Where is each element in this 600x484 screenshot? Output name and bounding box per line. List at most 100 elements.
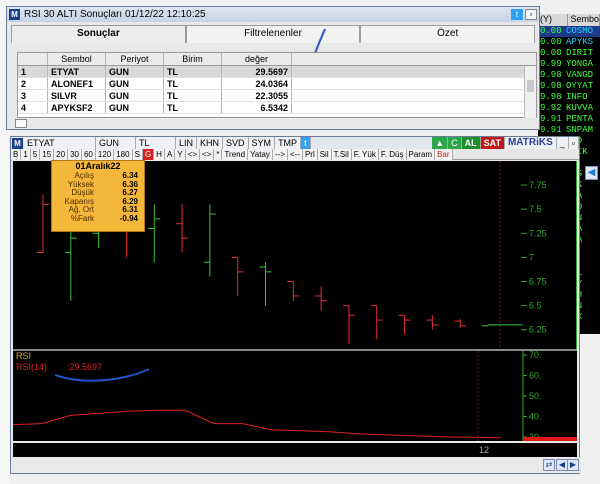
row-value: 6.5342 <box>222 102 292 113</box>
refresh-icon[interactable]: C <box>448 137 462 149</box>
row-value: 29.5697 <box>222 66 292 77</box>
period-button[interactable]: * <box>214 148 223 160</box>
list-item[interactable]: 0.00 COSMO <box>538 26 600 37</box>
matriks-logo-icon: M <box>9 9 20 20</box>
time-axis[interactable]: 12 <box>13 443 577 457</box>
period-button[interactable]: Yatay <box>248 148 273 160</box>
rsi-pane[interactable]: 70.60.50.40.30.RSIRSI(14):29.5697 <box>13 351 577 441</box>
period-button[interactable]: 15 <box>40 148 55 160</box>
list-item[interactable]: 9.98 VANGD <box>538 70 600 81</box>
list-item[interactable]: 9.98 INFO <box>538 92 600 103</box>
list-item[interactable]: 0.00 APYKS <box>538 37 600 48</box>
period-button[interactable]: G <box>142 148 155 160</box>
khn-button[interactable]: KHN <box>197 137 224 149</box>
sell-button[interactable]: SAT <box>480 137 505 149</box>
period-button[interactable]: 120 <box>95 148 115 160</box>
list-item-change: 9.91 <box>540 114 562 124</box>
unit-field[interactable]: TL <box>136 137 176 149</box>
tab-sonuclar[interactable]: Sonuçlar <box>11 25 186 43</box>
list-item[interactable]: 9.98 OYYAT <box>538 81 600 92</box>
table-row[interactable]: 4 APYKSF2 GUN TL 6.5342 <box>18 102 536 114</box>
list-item[interactable]: 9.91 PENTA <box>538 114 600 125</box>
list-item[interactable]: 0.00 DIRIT <box>538 48 600 59</box>
sym-button[interactable]: SYM <box>248 137 276 149</box>
ohlc-bar <box>259 262 272 306</box>
tab-ozet[interactable]: Özet <box>360 25 536 43</box>
rsi-window-titlebar[interactable]: M RSI 30 ALTI Sonuçları 01/12/22 12:10:2… <box>7 7 539 22</box>
list-item[interactable]: 9.99 YONGA <box>538 59 600 70</box>
table-row[interactable]: 3 SILVR GUN TL 22.3055 <box>18 90 536 102</box>
period-button[interactable]: Sil <box>317 148 332 160</box>
period-button[interactable]: H <box>154 148 165 160</box>
list-item-symbol: DIRIT <box>566 48 594 58</box>
info-key: %Fark <box>70 213 94 223</box>
period-button[interactable]: A <box>164 148 176 160</box>
rsi-current-value: :29.5697 <box>67 362 102 372</box>
period-button[interactable]: 1 <box>21 148 31 160</box>
col-birim[interactable]: Birim <box>164 53 222 65</box>
chart-icon[interactable]: ▲ <box>432 137 449 149</box>
minimize-icon[interactable]: _ <box>556 137 569 149</box>
chart-toolbar-periods: B 1 5 15 20 30 60 120 180 S G H A Y <> <> * Trend Yatay -->… <box>11 148 579 160</box>
period-button[interactable]: S <box>132 148 143 160</box>
period-button[interactable]: 5 <box>30 148 41 160</box>
window-restore-icon[interactable]: ▫ <box>568 137 579 149</box>
period-button[interactable]: 180 <box>114 148 133 160</box>
table-scrollbar[interactable] <box>524 66 536 118</box>
minimize-table-button[interactable] <box>15 119 27 128</box>
col-deger[interactable]: değer <box>222 53 292 65</box>
symbol-field[interactable]: ETYAT <box>24 137 96 149</box>
row-unit: TL <box>164 90 222 101</box>
table-row[interactable]: 1 ETYAT GUN TL 29.5697 <box>18 66 536 78</box>
list-item[interactable]: 9.92 KUVVA <box>538 103 600 114</box>
arrow-left-icon[interactable]: ◀ <box>585 166 598 180</box>
period-button[interactable]: 60 <box>81 148 96 160</box>
period-button[interactable]: F. Düş <box>378 148 407 160</box>
scrollbar-thumb[interactable] <box>527 80 534 92</box>
tmp-button[interactable]: TMP <box>275 137 302 149</box>
chart-window[interactable]: M ETYAT GUN TL LIN KHN SVD SYM TMP t ▲ C AL SAT… <box>10 136 581 474</box>
period-button[interactable]: 20 <box>54 148 69 160</box>
period-button[interactable]: Y <box>175 148 186 160</box>
rsi-window-title: RSI 30 ALTI Sonuçları 01/12/22 12:10:25 <box>24 9 206 20</box>
rsi-pane-label: RSI <box>16 351 31 361</box>
tab-filtrelenenler[interactable]: Filtrelenenler <box>185 25 361 43</box>
list-item[interactable]: 9.91 SNPAM <box>538 125 600 136</box>
sync-icon[interactable]: ⇄ <box>543 459 555 471</box>
buy-button[interactable]: AL <box>461 137 481 149</box>
rsi-results-window[interactable]: M RSI 30 ALTI Sonuçları 01/12/22 12:10:2… <box>6 6 540 130</box>
period-button[interactable]: Param <box>406 148 436 160</box>
period-button[interactable]: F. Yük <box>351 148 379 160</box>
col-periyot[interactable]: Periyot <box>106 53 164 65</box>
col-sembol[interactable]: Sembol <box>48 53 106 65</box>
list-item-change: 0.00 <box>540 37 562 47</box>
row-unit: TL <box>164 78 222 89</box>
row-unit: TL <box>164 102 222 113</box>
period-button[interactable]: <-- <box>287 148 303 160</box>
period-button[interactable]: Prl <box>302 148 318 160</box>
results-table[interactable]: Sembol Periyot Birim değer 1 ETYAT GUN TL 29… <box>17 52 537 118</box>
list-item-symbol: INFO <box>566 92 588 102</box>
list-item-symbol: OYYAT <box>566 81 594 91</box>
period-button[interactable]: T.Sil <box>331 148 352 160</box>
chart-toolbar-top: M ETYAT GUN TL LIN KHN SVD SYM TMP t ▲ C AL SAT… <box>11 137 579 149</box>
period-button[interactable]: --> <box>272 148 288 160</box>
period-field[interactable]: GUN <box>96 137 136 149</box>
scroll-right-icon[interactable]: ▶ <box>567 459 579 471</box>
period-button[interactable]: <> <box>199 148 215 160</box>
twitter-icon[interactable]: t <box>301 137 311 149</box>
period-button[interactable]: 30 <box>68 148 82 160</box>
period-button[interactable]: Trend <box>222 148 249 160</box>
list-item-symbol: KUVVA <box>566 103 594 113</box>
table-row[interactable]: 2 ALONEF1 GUN TL 24.0364 <box>18 78 536 90</box>
close-icon[interactable]: ▫ <box>525 9 537 20</box>
twitter-icon[interactable]: t <box>511 9 523 20</box>
period-button[interactable]: <> <box>185 148 200 160</box>
period-button[interactable]: Bar <box>435 148 453 160</box>
svd-button[interactable]: SVD <box>223 137 249 149</box>
list-item-change: 9.98 <box>540 92 562 102</box>
period-button[interactable]: B <box>11 148 22 160</box>
row-symbol: ETYAT <box>48 66 106 77</box>
lin-button[interactable]: LIN <box>176 137 198 149</box>
list-item-change: 9.98 <box>540 70 562 80</box>
